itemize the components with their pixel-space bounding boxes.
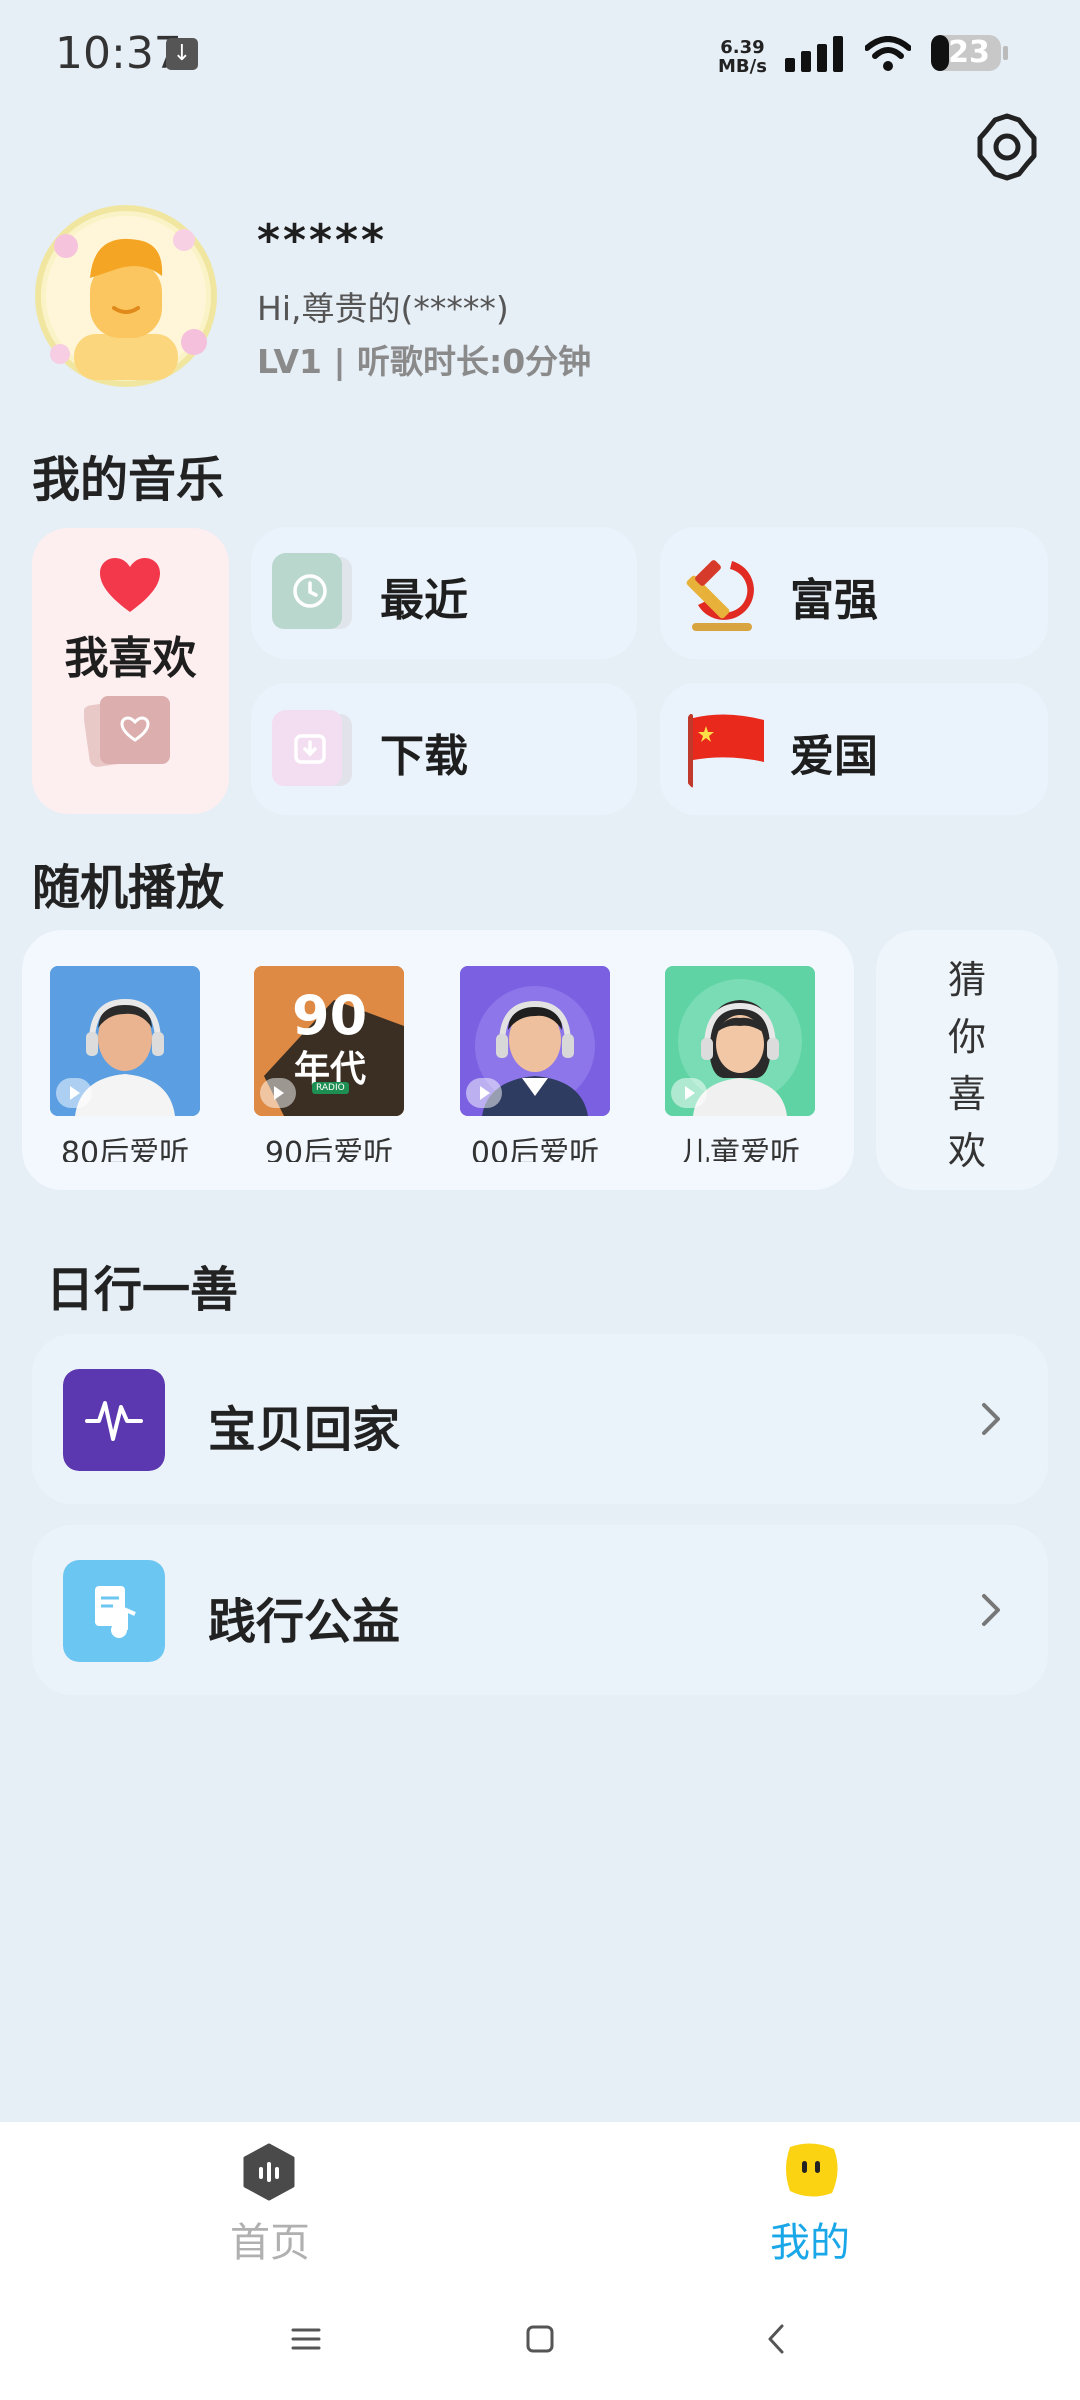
bottom-nav-bar [0,2122,1080,2400]
download-icon [272,710,352,786]
level-info: LV1 | 听歌时长:0分钟 [257,342,592,381]
mine-face-icon[interactable] [782,2141,840,2199]
clock-icon [272,553,352,629]
play-icon[interactable] [56,1078,92,1108]
heart-icon [100,558,160,612]
rp-label-00s: 00后爱听 [470,1136,600,1162]
soundwave-icon [63,1369,165,1471]
status-time: 10:37 [55,28,182,79]
download-notification-icon: ↓ [166,38,198,70]
flag-icon [688,714,764,788]
prosperity-label: 富强 [790,575,878,626]
battery-level: 23 [948,35,990,70]
my-music-title: 我的音乐 [32,452,225,508]
play-icon[interactable] [260,1078,296,1108]
random-play-title: 随机播放 [32,860,225,916]
username: ***** [257,215,388,266]
charity-label-baby-home: 宝贝回家 [208,1402,401,1458]
chevron-right-icon [982,1403,1000,1435]
wifi-icon [865,36,911,71]
play-icon[interactable] [466,1078,502,1108]
signal-icon [785,36,843,72]
rp-label-kids: 儿童爱听 [680,1136,800,1162]
rp-label-80s: 80后爱听 [60,1136,190,1162]
cover-90s-tag: RADIO [312,1082,349,1094]
charity-row-baby-home[interactable] [32,1334,1048,1504]
heart-album-icon [84,696,170,767]
home-square-icon[interactable] [523,2322,557,2356]
charity-label-public-welfare: 践行公益 [208,1594,401,1650]
download-label: 下载 [380,731,468,782]
battery-icon: 23 [930,33,1010,73]
back-icon[interactable] [760,2322,794,2356]
chevron-right-icon [982,1594,1000,1626]
recent-label: 最近 [380,575,468,626]
home-bars-icon[interactable] [240,2143,298,2201]
play-icon[interactable] [671,1078,707,1108]
charity-row-public-welfare[interactable] [32,1525,1048,1695]
hammer-sickle-icon [686,560,754,631]
greeting-text: Hi,尊贵的(*****) [257,289,509,328]
rp-label-90s: 90后爱听 [264,1136,394,1162]
menu-icon[interactable] [289,2322,323,2356]
guess-you-like-text: 猜 你 喜 欢 [947,958,986,1173]
nav-mine-label[interactable]: 我的 [750,2210,870,2268]
patriotism-label: 爱国 [790,731,878,782]
music-note-icon [63,1560,165,1662]
network-speed: 6.39 MB/s [718,37,767,77]
cover-90s-number: 90 [292,984,368,1047]
favorites-label: 我喜欢 [64,633,197,684]
settings-icon[interactable] [972,112,1042,182]
charity-title: 日行一善 [46,1262,239,1318]
nav-home-label[interactable]: 首页 [210,2210,330,2268]
avatar[interactable] [34,204,218,388]
